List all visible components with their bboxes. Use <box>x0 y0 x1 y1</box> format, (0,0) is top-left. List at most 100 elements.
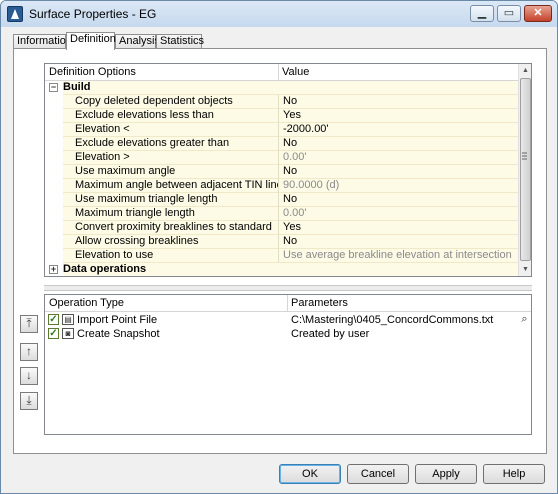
property-name: Copy deleted dependent objects <box>63 95 278 109</box>
parameters-header[interactable]: Parameters <box>291 297 348 309</box>
tab-information[interactable]: Information <box>13 34 72 49</box>
category-row-build[interactable]: − Build <box>45 81 519 95</box>
operation-enabled-checkbox[interactable]: ✓ <box>48 328 59 339</box>
property-value[interactable]: No <box>278 165 519 179</box>
property-value[interactable]: No <box>278 95 519 109</box>
scrollbar-thumb[interactable] <box>520 78 531 261</box>
column-divider[interactable] <box>278 64 279 81</box>
property-name: Allow crossing breaklines <box>63 235 278 249</box>
property-name: Elevation > <box>63 151 278 165</box>
grid-header: Definition Options Value <box>45 64 519 81</box>
scroll-up-arrow-icon[interactable]: ▲ <box>519 64 531 77</box>
help-button[interactable]: Help <box>483 464 545 484</box>
definition-options-header[interactable]: Definition Options <box>49 66 136 78</box>
property-value[interactable]: 90.0000 (d) <box>278 179 519 193</box>
property-value[interactable]: 0.00' <box>278 207 519 221</box>
collapse-icon[interactable]: − <box>49 83 58 92</box>
close-button[interactable]: ✕ <box>524 5 552 22</box>
property-row[interactable]: Use maximum angle No <box>45 165 519 179</box>
tab-analysis[interactable]: Analysis <box>115 34 160 49</box>
property-value[interactable]: Use average breakline elevation at inter… <box>278 249 519 263</box>
property-row[interactable]: Allow crossing breaklines No <box>45 235 519 249</box>
scroll-down-arrow-icon[interactable]: ▼ <box>519 263 531 276</box>
row-gutter <box>45 193 63 207</box>
category-value <box>278 81 519 95</box>
property-name: Exclude elevations less than <box>63 109 278 123</box>
property-row[interactable]: Copy deleted dependent objects No <box>45 95 519 109</box>
row-gutter <box>45 95 63 109</box>
row-gutter <box>45 137 63 151</box>
property-value[interactable]: Yes <box>278 109 519 123</box>
operation-enabled-checkbox[interactable]: ✓ <box>48 314 59 325</box>
pane-splitter[interactable] <box>44 285 532 291</box>
expand-icon[interactable]: + <box>49 265 58 274</box>
property-row[interactable]: Elevation >0.00' <box>45 151 519 165</box>
row-gutter <box>45 151 63 165</box>
row-gutter <box>45 249 63 263</box>
minimize-button[interactable]: ▁ <box>470 5 494 22</box>
operation-row-create-snapshot[interactable]: ✓ ◙ Create Snapshot Created by user <box>45 327 531 341</box>
ok-button[interactable]: OK <box>279 464 341 484</box>
cancel-button[interactable]: Cancel <box>347 464 409 484</box>
maximize-button[interactable]: ▭ <box>497 5 521 22</box>
column-divider[interactable] <box>287 295 288 312</box>
move-to-top-button[interactable]: ⤒ <box>20 315 38 333</box>
apply-button[interactable]: Apply <box>415 464 477 484</box>
row-gutter <box>45 221 63 235</box>
civil3d-app-icon <box>7 6 23 22</box>
property-row[interactable]: Use maximum triangle length No <box>45 193 519 207</box>
category-label: Data operations <box>63 263 278 276</box>
property-row[interactable]: Maximum angle between adjacent TIN lines… <box>45 179 519 193</box>
title-bar[interactable]: Surface Properties - EG ▁ ▭ ✕ <box>1 1 557 27</box>
tab-definition[interactable]: Definition <box>66 32 116 50</box>
property-name: Maximum triangle length <box>63 207 278 221</box>
definition-panel: Definition Options Value − Build Copy dele… <box>13 48 547 454</box>
property-name: Elevation < <box>63 123 278 137</box>
operation-parameter: Created by user <box>291 328 370 340</box>
move-up-button[interactable]: ↑ <box>20 343 38 361</box>
operation-name: Import Point File <box>77 314 158 326</box>
property-name: Elevation to use <box>63 249 278 263</box>
operation-type-header[interactable]: Operation Type <box>49 297 124 309</box>
property-value[interactable]: No <box>278 235 519 249</box>
window-title: Surface Properties - EG <box>29 7 157 21</box>
operation-name: Create Snapshot <box>77 328 160 340</box>
property-value[interactable]: No <box>278 193 519 207</box>
point-file-icon: ▤ <box>62 314 74 325</box>
row-gutter <box>45 123 63 137</box>
row-gutter <box>45 207 63 221</box>
property-value[interactable]: 0.00' <box>278 151 519 165</box>
move-to-bottom-button[interactable]: ⤓ <box>20 392 38 410</box>
definition-options-grid: Definition Options Value − Build Copy dele… <box>44 63 532 277</box>
value-header[interactable]: Value <box>282 66 309 78</box>
property-value[interactable]: Yes <box>278 221 519 235</box>
category-label: Build <box>63 81 278 95</box>
property-row[interactable]: Elevation to use Use average breakline el… <box>45 249 519 263</box>
property-name: Exclude elevations greater than <box>63 137 278 151</box>
row-gutter <box>45 179 63 193</box>
property-row[interactable]: Elevation < -2000.00' <box>45 123 519 137</box>
property-row[interactable]: Exclude elevations greater than No <box>45 137 519 151</box>
property-name: Use maximum triangle length <box>63 193 278 207</box>
operation-row-import-point-file[interactable]: ✓ ▤ Import Point File C:\Mastering\0405_… <box>45 313 531 327</box>
browse-file-icon[interactable]: ⌕ <box>518 313 531 326</box>
row-gutter <box>45 109 63 123</box>
category-row-data-operations[interactable]: + Data operations <box>45 263 519 276</box>
tab-statistics[interactable]: Statistics <box>156 34 204 49</box>
property-name: Convert proximity breaklines to standard <box>63 221 278 235</box>
move-down-button[interactable]: ↓ <box>20 367 38 385</box>
property-row[interactable]: Exclude elevations less than Yes <box>45 109 519 123</box>
operation-parameter: C:\Mastering\0405_ConcordCommons.txt <box>291 314 494 326</box>
property-name: Maximum angle between adjacent TIN lines <box>63 179 278 193</box>
row-gutter <box>45 235 63 249</box>
property-row[interactable]: Convert proximity breaklines to standard… <box>45 221 519 235</box>
scrollbar-grip-icon: ═ ═ ═ <box>522 150 527 163</box>
grid-vertical-scrollbar[interactable]: ▲ ═ ═ ═ ▼ <box>518 64 531 276</box>
operations-header: Operation Type Parameters <box>45 295 531 312</box>
snapshot-camera-icon: ◙ <box>62 328 74 339</box>
category-value <box>278 263 519 276</box>
property-row[interactable]: Maximum triangle length 0.00' <box>45 207 519 221</box>
property-value[interactable]: -2000.00' <box>278 123 519 137</box>
property-value[interactable]: No <box>278 137 519 151</box>
property-name: Use maximum angle <box>63 165 278 179</box>
